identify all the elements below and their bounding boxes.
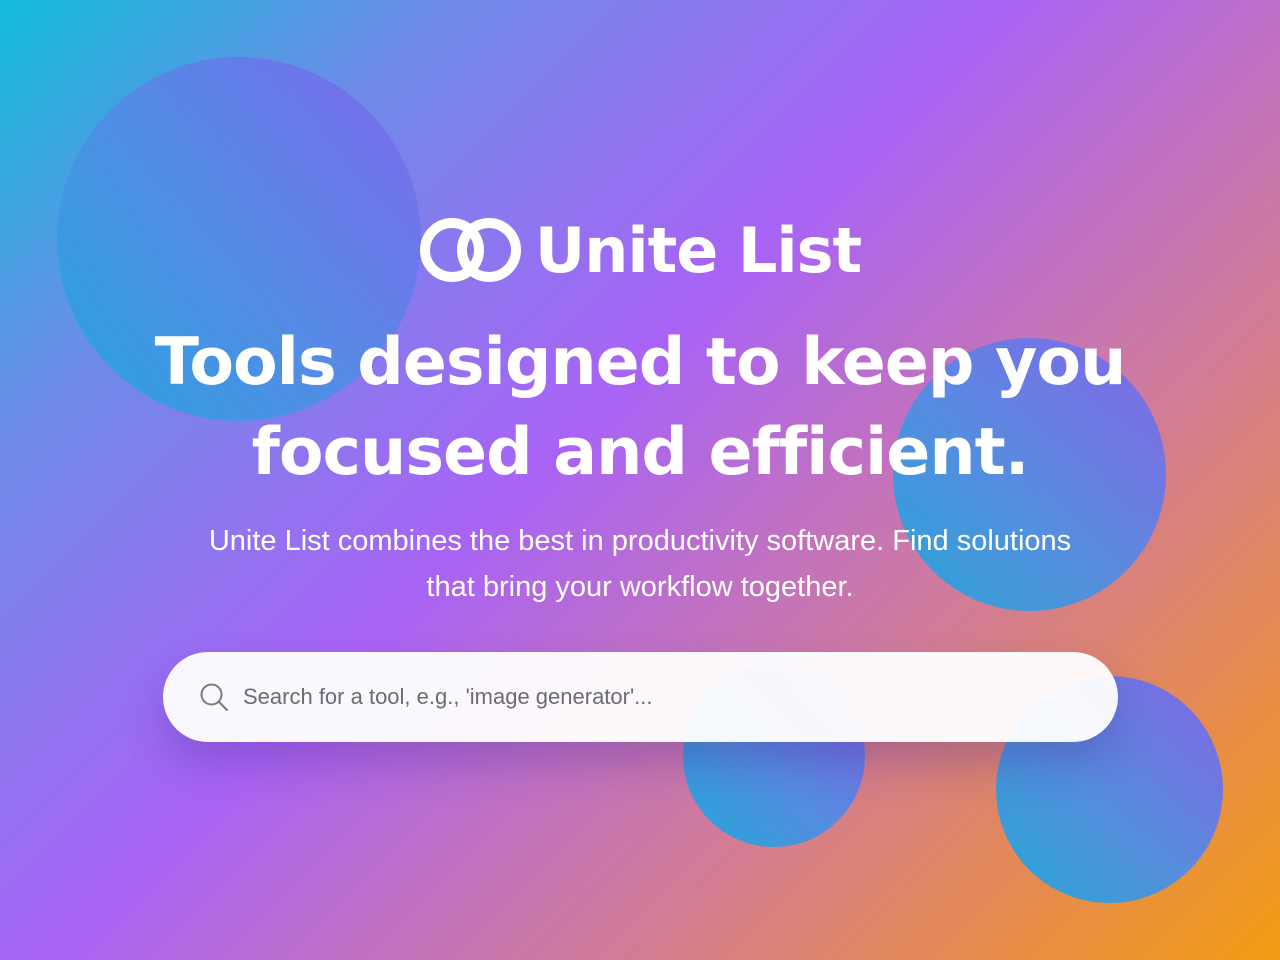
search-input[interactable] (243, 677, 1063, 717)
headline-line-1: Tools designed to keep you (154, 325, 1127, 400)
hero-description: Unite List combines the best in producti… (120, 518, 1160, 610)
brand-logo[interactable]: Unite List (0, 212, 1280, 288)
brand-name: Unite List (534, 213, 862, 287)
hero-section: Unite List Tools designed to keep you fo… (0, 0, 1280, 960)
page-title: Tools designed to keep you focused and e… (60, 318, 1220, 498)
interlocking-rings-icon (419, 218, 521, 282)
headline-line-2: focused and efficient. (251, 415, 1030, 490)
description-line-2: that bring your workflow together. (426, 571, 854, 603)
description-line-1: Unite List combines the best in producti… (208, 525, 1072, 557)
search-icon (200, 683, 228, 711)
search-bar[interactable] (163, 652, 1118, 742)
